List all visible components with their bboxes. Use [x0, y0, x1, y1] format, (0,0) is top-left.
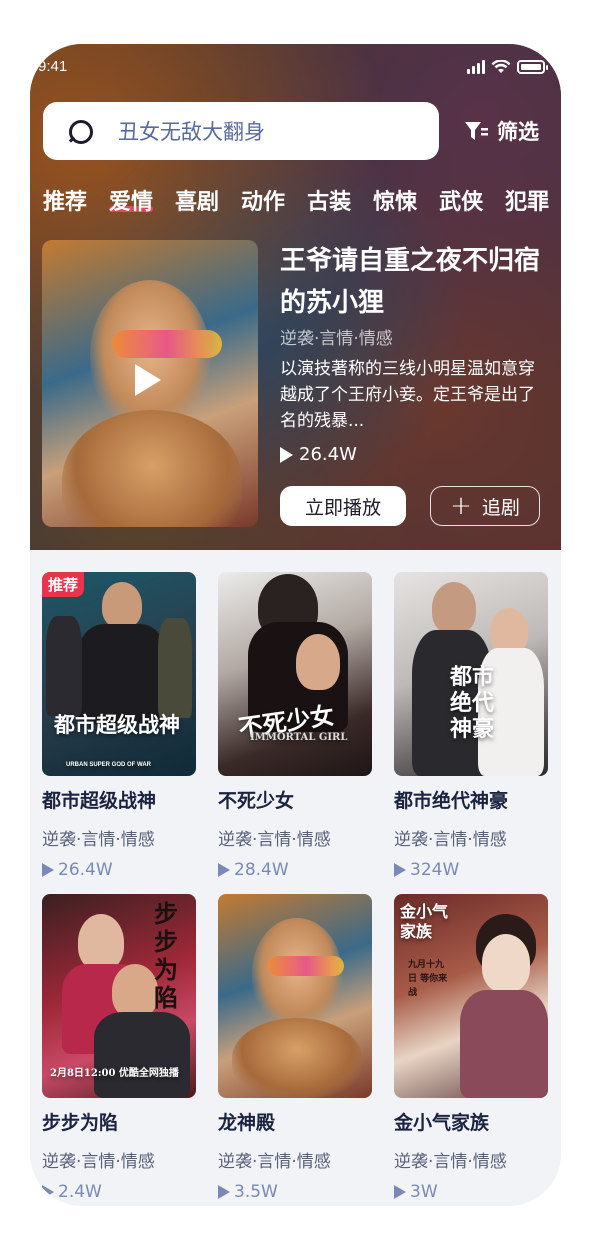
- drama-tags: 逆袭·言情·情感: [42, 830, 155, 850]
- category-tabs: 推荐 爱情 喜剧 动作 古装 惊悚 武侠 犯罪: [43, 184, 561, 218]
- cover-subtitle-text: IMMORTAL GIRL: [250, 732, 348, 743]
- drama-tags: 逆袭·言情·情感: [42, 1152, 155, 1172]
- search-placeholder: 丑女无敌大翻身: [118, 120, 265, 144]
- drama-tags: 逆袭·言情·情感: [218, 1152, 331, 1172]
- drama-plays: 3.5W: [234, 1182, 278, 1202]
- drama-play-count: 3W: [394, 1182, 548, 1202]
- drama-plays: 3W: [410, 1182, 438, 1202]
- signal-icon: [467, 60, 485, 74]
- play-count-icon: [218, 863, 230, 877]
- drama-play-count: 26.4W: [42, 860, 196, 880]
- filter-label: 筛选: [497, 120, 539, 144]
- plus-icon: +: [450, 491, 472, 521]
- drama-tags: 逆袭·言情·情感: [394, 830, 507, 850]
- battery-icon: [517, 60, 548, 74]
- cover-title-text: 步步为陷: [154, 899, 178, 1012]
- cover-title-text: 都市超级战神: [54, 712, 180, 737]
- cover-subtitle-text: URBAN SUPER GOD OF WAR: [66, 762, 152, 768]
- tab-recommend[interactable]: 推荐: [43, 184, 87, 218]
- featured-plays: 26.4W: [299, 444, 357, 465]
- search-icon: [67, 118, 93, 144]
- play-icon: [135, 364, 161, 396]
- drama-card[interactable]: 都市超级战神 URBAN SUPER GOD OF WAR 推荐 都市超级战神 …: [42, 572, 196, 880]
- play-count-icon: [218, 1185, 230, 1199]
- drama-play-count: 2.4W: [42, 1182, 196, 1202]
- status-time: 9:41: [38, 58, 68, 75]
- drama-cover: [218, 894, 372, 1098]
- play-count-icon: [394, 863, 406, 877]
- play-count-icon: [42, 863, 54, 877]
- featured-description: 以演技著称的三线小明星温如意穿越成了个王府小妾。定王爷是出了名的残暴...: [280, 359, 535, 431]
- tab-romance[interactable]: 爱情: [109, 184, 154, 218]
- drama-title: 不死少女: [218, 790, 295, 812]
- drama-play-count: 3.5W: [218, 1182, 372, 1202]
- drama-card[interactable]: 步步为陷 2月8日12:00 优酷全网独播 步步为陷 逆袭·言情·情感 2.4W: [42, 894, 196, 1202]
- featured-play-count: 26.4W: [280, 444, 357, 465]
- drama-card[interactable]: 金小气家族 九月十九日 等你来战 金小气家族 逆袭·言情·情感 3W: [394, 894, 548, 1202]
- tab-action[interactable]: 动作: [241, 184, 285, 218]
- drama-title: 金小气家族: [394, 1112, 490, 1134]
- drama-title: 龙神殿: [218, 1112, 276, 1134]
- tab-wuxia[interactable]: 武侠: [439, 184, 483, 218]
- drama-card[interactable]: 龙神殿 逆袭·言情·情感 3.5W: [218, 894, 372, 1202]
- drama-tags: 逆袭·言情·情感: [218, 830, 331, 850]
- featured-tags: 逆袭·言情·情感: [280, 329, 393, 349]
- drama-title: 都市超级战神: [42, 790, 157, 812]
- drama-cover: 都市超级战神 URBAN SUPER GOD OF WAR 推荐: [42, 572, 196, 776]
- tab-thriller[interactable]: 惊悚: [373, 184, 417, 218]
- drama-plays: 2.4W: [58, 1182, 102, 1202]
- play-count-icon: [280, 446, 293, 463]
- drama-title: 都市绝代神豪: [394, 790, 509, 812]
- status-icons: [467, 60, 548, 74]
- drama-cover: 都市绝代神豪: [394, 572, 548, 776]
- cover-subtitle-text: 九月十九日 等你来战: [408, 960, 448, 998]
- drama-card[interactable]: 都市绝代神豪 都市绝代神豪 逆袭·言情·情感 324W: [394, 572, 548, 880]
- play-count-icon: [42, 1185, 54, 1199]
- follow-label: 追剧: [481, 496, 520, 519]
- featured-cover[interactable]: [42, 240, 258, 527]
- drama-title: 步步为陷: [42, 1112, 119, 1134]
- drama-tags: 逆袭·言情·情感: [394, 1152, 507, 1172]
- recommend-badge: 推荐: [42, 572, 85, 597]
- tab-comedy[interactable]: 喜剧: [175, 184, 219, 218]
- follow-button[interactable]: + 追剧: [430, 486, 540, 526]
- drama-cover: 金小气家族 九月十九日 等你来战: [394, 894, 548, 1098]
- drama-cover: 步步为陷 2月8日12:00 优酷全网独播: [42, 894, 196, 1098]
- drama-card[interactable]: 不死少女 IMMORTAL GIRL 不死少女 逆袭·言情·情感 28.4W: [218, 572, 372, 880]
- tab-crime[interactable]: 犯罪: [505, 184, 549, 218]
- phone-frame: 9:41 丑女无敌大翻身 筛选 推荐 爱情 喜剧 动作 古装 惊悚 武侠 犯罪 …: [30, 44, 561, 1206]
- wifi-icon: [491, 60, 511, 73]
- drama-cover: 不死少女 IMMORTAL GIRL: [218, 572, 372, 776]
- drama-plays: 28.4W: [234, 860, 289, 880]
- status-bar: 9:41: [30, 58, 561, 80]
- filter-icon: [465, 122, 488, 140]
- drama-play-count: 28.4W: [218, 860, 372, 880]
- play-now-button[interactable]: 立即播放: [280, 486, 406, 526]
- drama-plays: 26.4W: [58, 860, 113, 880]
- filter-button[interactable]: 筛选: [463, 116, 539, 146]
- cover-title-text: 金小气家族: [400, 902, 449, 941]
- cover-subtitle-text: 2月8日12:00 优酷全网独播: [50, 1068, 179, 1079]
- tab-costume[interactable]: 古装: [307, 184, 351, 218]
- featured-title: 王爷请自重之夜不归宿的苏小狸: [280, 246, 541, 318]
- search-input[interactable]: 丑女无敌大翻身: [43, 102, 439, 160]
- cover-title-text: 都市绝代神豪: [450, 664, 495, 742]
- drama-play-count: 324W: [394, 860, 548, 880]
- play-count-icon: [394, 1185, 406, 1199]
- drama-plays: 324W: [410, 860, 460, 880]
